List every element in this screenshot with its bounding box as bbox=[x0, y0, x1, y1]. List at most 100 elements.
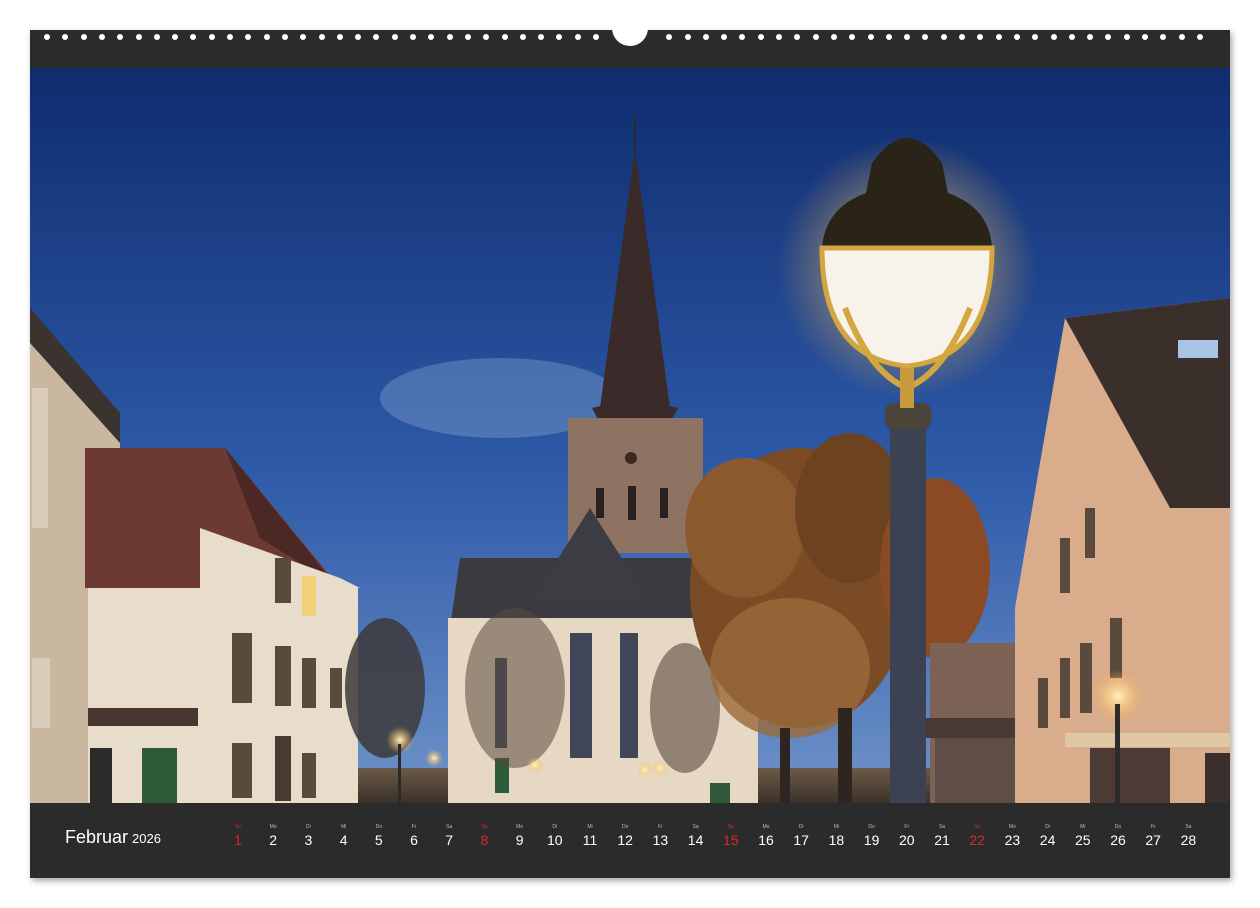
day-number: 1 bbox=[234, 832, 242, 848]
binding-hole bbox=[501, 34, 508, 40]
binding-hole bbox=[538, 34, 545, 40]
binding-hole bbox=[410, 34, 416, 40]
binding-hole bbox=[1032, 34, 1039, 40]
calendar-day: Fr 20 bbox=[892, 823, 922, 849]
binding-hole bbox=[300, 34, 307, 40]
calendar-day: Sa 21 bbox=[927, 823, 957, 849]
day-number: 15 bbox=[723, 832, 739, 848]
calendar-day: Di 24 bbox=[1033, 823, 1063, 849]
binding-hole bbox=[208, 34, 215, 40]
calendar-day: Mo 9 bbox=[505, 823, 535, 849]
weekday-label: Fr bbox=[904, 824, 910, 830]
binding-hole bbox=[446, 34, 453, 40]
calendar-day: Fr 6 bbox=[399, 823, 429, 849]
binding-hole bbox=[995, 34, 1002, 40]
weekday-label: Mo bbox=[269, 824, 277, 830]
weekday-label: Mo bbox=[762, 824, 770, 830]
calendar-page: Februar 2026 So 1 Mo 2 Di 3 Mi 4 Do 5 Fr 6 Sa 7 So 8 Mo 9 D… bbox=[30, 26, 1230, 878]
calendar-day: Sa 14 bbox=[681, 823, 711, 849]
binding-hole bbox=[98, 34, 105, 40]
weekday-label: Di bbox=[1045, 824, 1050, 830]
calendar-day: Sa 7 bbox=[434, 823, 464, 849]
day-number: 18 bbox=[828, 832, 845, 848]
binding-hole bbox=[794, 34, 801, 40]
binding-hole bbox=[483, 34, 490, 40]
day-number: 3 bbox=[304, 832, 313, 848]
binding-hole bbox=[172, 34, 179, 40]
binding-hole bbox=[867, 34, 874, 40]
day-number: 14 bbox=[687, 832, 704, 848]
binding-hole bbox=[1068, 34, 1075, 40]
binding-hole bbox=[776, 34, 782, 40]
binding-hole bbox=[721, 34, 728, 40]
binding-hole bbox=[1050, 34, 1057, 40]
calendar-day: So 8 bbox=[469, 823, 499, 849]
binding-hole bbox=[117, 34, 124, 40]
calendar-day: Fr 27 bbox=[1138, 823, 1168, 849]
binding-hole bbox=[739, 34, 746, 40]
day-number: 2 bbox=[269, 832, 278, 848]
binding-hole bbox=[80, 34, 87, 40]
calendar-day: So 22 bbox=[962, 823, 992, 849]
day-number: 13 bbox=[652, 832, 669, 848]
binding-hole bbox=[830, 34, 837, 40]
calendar-day: So 15 bbox=[716, 823, 746, 849]
binding-hole bbox=[428, 34, 435, 40]
weekday-label: Do bbox=[621, 824, 629, 830]
weekday-label: Mi bbox=[340, 824, 347, 830]
weekday-label: Mi bbox=[587, 824, 593, 830]
weekday-label: Fr bbox=[411, 824, 417, 830]
binding-hole bbox=[153, 34, 160, 40]
binding-hole bbox=[190, 34, 197, 40]
calendar-day: Di 3 bbox=[293, 823, 323, 849]
binding-hole bbox=[556, 34, 563, 40]
binding-hole bbox=[336, 34, 343, 40]
binding-hole bbox=[574, 34, 581, 40]
binding-hole bbox=[904, 34, 911, 40]
binding-hole bbox=[62, 34, 69, 40]
day-number: 5 bbox=[374, 832, 383, 848]
weekday-label: So bbox=[481, 824, 488, 830]
weekday-label: So bbox=[727, 824, 734, 830]
day-number: 17 bbox=[793, 832, 809, 848]
day-number: 26 bbox=[1110, 832, 1126, 848]
binding-hole bbox=[977, 34, 984, 40]
weekday-label: Do bbox=[1114, 824, 1122, 830]
binding-hole bbox=[940, 34, 947, 40]
binding-hole bbox=[959, 34, 965, 40]
spiral-binding bbox=[30, 26, 1230, 68]
day-number: 25 bbox=[1075, 832, 1091, 848]
calendar-day: Do 19 bbox=[857, 823, 887, 849]
calendar-day: Mi 18 bbox=[821, 823, 851, 849]
day-number: 8 bbox=[480, 832, 489, 848]
day-number: 24 bbox=[1039, 832, 1056, 848]
binding-hole bbox=[1160, 34, 1167, 40]
binding-hole bbox=[849, 34, 856, 40]
calendar-day: Mi 4 bbox=[329, 823, 359, 849]
day-number: 19 bbox=[863, 832, 880, 848]
weekday-label: Sa bbox=[692, 824, 699, 830]
binding-hole bbox=[1013, 34, 1020, 40]
weekday-label: Do bbox=[868, 824, 875, 830]
month-name: Februar bbox=[65, 827, 129, 847]
binding-hole bbox=[885, 34, 892, 40]
weekday-label: So bbox=[234, 824, 242, 830]
month-title: Februar 2026 bbox=[65, 827, 161, 848]
calendar-day: Di 17 bbox=[786, 823, 816, 849]
binding-hole bbox=[227, 34, 233, 40]
weekday-label: Sa bbox=[938, 824, 946, 830]
binding-hole bbox=[135, 34, 142, 40]
weekday-label: Fr bbox=[658, 824, 663, 830]
day-number: 7 bbox=[445, 832, 454, 848]
binding-hole bbox=[373, 34, 380, 40]
binding-hole bbox=[519, 34, 526, 40]
day-number: 10 bbox=[547, 832, 563, 848]
day-number: 6 bbox=[410, 832, 418, 848]
calendar-day: So 1 bbox=[223, 823, 253, 849]
day-number: 9 bbox=[515, 832, 524, 848]
weekday-label: Do bbox=[375, 824, 382, 830]
calendar-day: Fr 13 bbox=[645, 823, 675, 849]
weekday-label: So bbox=[974, 824, 981, 830]
calendar-day: Do 5 bbox=[364, 823, 394, 849]
calendar-day: Mo 23 bbox=[997, 823, 1027, 849]
